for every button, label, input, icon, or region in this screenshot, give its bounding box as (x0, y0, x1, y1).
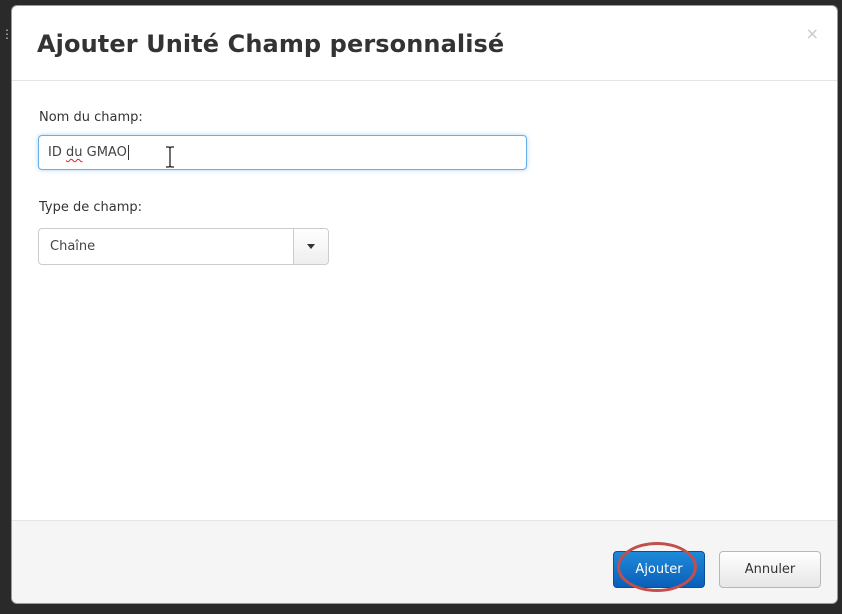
add-button[interactable]: Ajouter (613, 551, 705, 588)
add-custom-field-dialog: Ajouter Unité Champ personnalisé × Nom d… (11, 5, 838, 604)
field-name-value: ID du GMAO (48, 145, 127, 160)
ibeam-cursor-icon (166, 146, 174, 168)
dialog-footer: Ajouter Annuler (12, 520, 837, 603)
cancel-button[interactable]: Annuler (719, 551, 821, 588)
dropdown-toggle-button[interactable] (293, 229, 328, 264)
spellcheck-word: du (65, 145, 83, 160)
field-type-label: Type de champ: (39, 200, 143, 215)
dialog-header: Ajouter Unité Champ personnalisé × (12, 6, 837, 81)
dialog-title: Ajouter Unité Champ personnalisé (37, 30, 505, 58)
field-name-value-part2: GMAO (82, 145, 127, 160)
text-caret (127, 145, 129, 160)
field-type-selected-value: Chaîne (50, 239, 96, 254)
field-name-value-part1: ID (48, 145, 66, 160)
close-icon[interactable]: × (806, 26, 819, 42)
field-name-input[interactable]: ID du GMAO (38, 135, 527, 170)
field-type-select[interactable]: Chaîne (38, 228, 329, 265)
field-name-label: Nom du champ: (39, 110, 143, 125)
chevron-down-icon (307, 244, 315, 249)
